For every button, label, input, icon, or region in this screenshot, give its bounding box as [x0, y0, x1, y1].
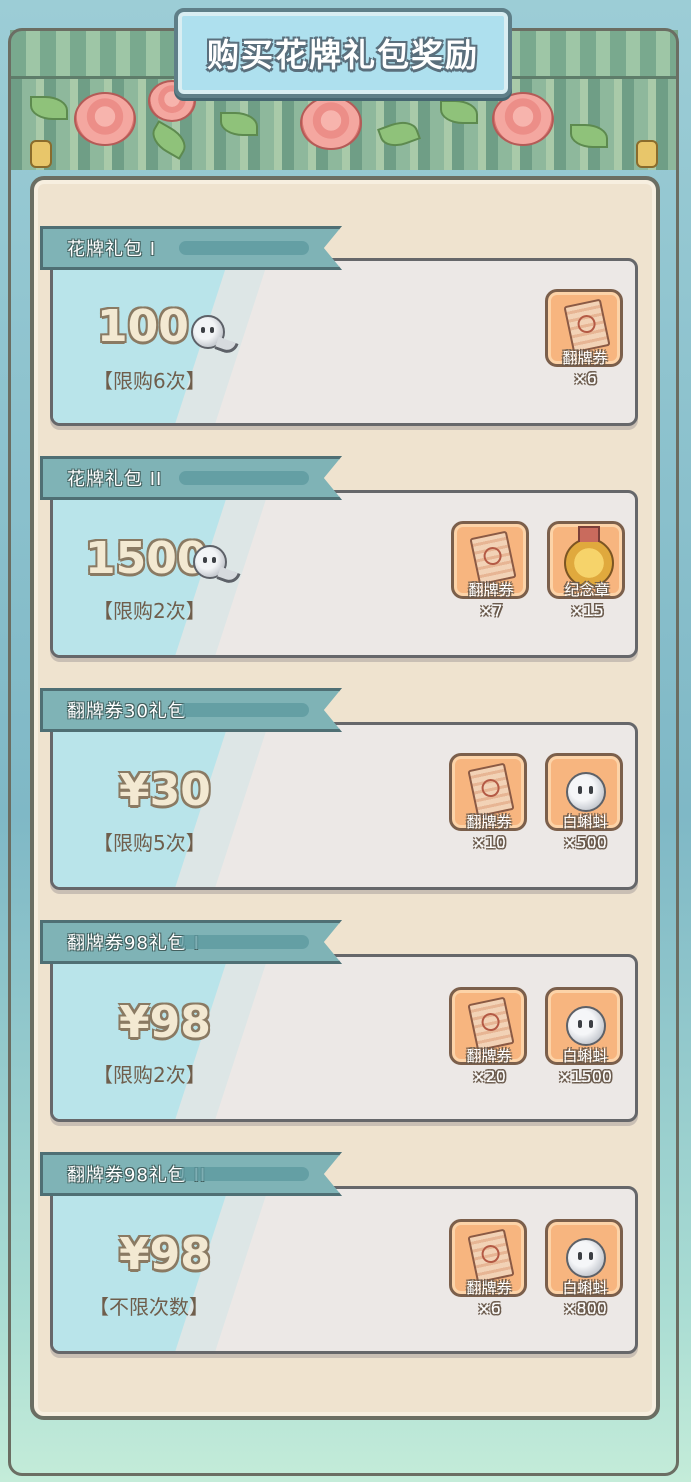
tadpole-icon	[193, 545, 227, 579]
purchase-limit: 【不限次数】	[89, 1295, 209, 1319]
reward-item[interactable]: 翻牌券 ×7	[451, 521, 531, 631]
ribbon-bar	[179, 703, 309, 717]
reward-qty: ×6	[573, 369, 597, 388]
reward-qty: ×6	[477, 1299, 501, 1318]
pack-price: 100	[97, 301, 189, 352]
reward-item[interactable]: 白蝌蚪 ×500	[545, 753, 625, 863]
reward-qty: ×7	[479, 601, 503, 620]
pack-card[interactable]: ¥98 【不限次数】 翻牌券 ×6 白蝌蚪 ×800	[50, 1186, 638, 1354]
reward-qty: ×10	[472, 833, 506, 852]
reward-qty: ×500	[563, 833, 607, 852]
pack-name: 花牌礼包 I	[67, 239, 157, 260]
pack-card[interactable]: 100 【限购6次】 翻牌券 ×6	[50, 258, 638, 426]
pack-ribbon: 翻牌券98礼包 I	[40, 920, 342, 964]
ticket-icon	[469, 530, 517, 586]
reward-name: 翻牌券	[466, 1279, 512, 1297]
pack-price: ¥98	[119, 997, 211, 1048]
pack-price: ¥98	[119, 1229, 211, 1280]
reward-item[interactable]: 白蝌蚪 ×1500	[545, 987, 625, 1097]
ribbon-bar	[179, 935, 309, 949]
ticket-icon	[467, 996, 515, 1052]
pack-card[interactable]: 1500 【限购2次】 翻牌券 ×7 纪念章 ×15	[50, 490, 638, 658]
pack-price: 1500	[85, 533, 208, 584]
tadpole-icon	[191, 315, 225, 349]
reward-item[interactable]: 翻牌券 ×10	[449, 753, 529, 863]
ticket-icon	[467, 762, 515, 818]
ticket-icon	[563, 298, 611, 354]
ticket-icon	[467, 1228, 515, 1284]
pack-ribbon: 花牌礼包 I	[40, 226, 342, 270]
reward-item[interactable]: 翻牌券 ×20	[449, 987, 529, 1097]
tadpole-icon	[566, 772, 606, 812]
tadpole-icon	[566, 1238, 606, 1278]
pack-ribbon: 翻牌券30礼包	[40, 688, 342, 732]
reward-name: 纪念章	[564, 581, 610, 599]
reward-item[interactable]: 翻牌券 ×6	[545, 289, 625, 399]
title-plate: 购买花牌礼包奖励	[174, 8, 512, 98]
reward-name: 翻牌券	[466, 1047, 512, 1065]
reward-qty: ×15	[570, 601, 604, 620]
purchase-limit: 【限购2次】	[93, 599, 206, 623]
reward-qty: ×20	[472, 1067, 506, 1086]
pack-card[interactable]: ¥98 【限购2次】 翻牌券 ×20 白蝌蚪 ×1500	[50, 954, 638, 1122]
pack-card[interactable]: ¥30 【限购5次】 翻牌券 ×10 白蝌蚪 ×500	[50, 722, 638, 890]
purchase-limit: 【限购5次】	[93, 831, 206, 855]
ribbon-bar	[179, 471, 309, 485]
pack-name: 翻牌券30礼包	[67, 701, 187, 722]
reward-name: 白蝌蚪	[562, 1047, 608, 1065]
reward-item[interactable]: 纪念章 ×15	[547, 521, 627, 631]
purchase-limit: 【限购2次】	[93, 1063, 206, 1087]
reward-item[interactable]: 翻牌券 ×6	[449, 1219, 529, 1329]
ribbon-bar	[179, 241, 309, 255]
reward-item[interactable]: 白蝌蚪 ×800	[545, 1219, 625, 1329]
reward-qty: ×1500	[557, 1067, 613, 1086]
page-title: 购买花牌礼包奖励	[206, 36, 479, 74]
pack-ribbon: 翻牌券98礼包 II	[40, 1152, 342, 1196]
reward-name: 翻牌券	[562, 349, 608, 367]
purchase-limit: 【限购6次】	[93, 369, 206, 393]
pack-ribbon: 花牌礼包 II	[40, 456, 342, 500]
reward-qty: ×800	[563, 1299, 607, 1318]
reward-name: 白蝌蚪	[562, 1279, 608, 1297]
tadpole-icon	[566, 1006, 606, 1046]
reward-name: 翻牌券	[466, 813, 512, 831]
pack-name: 花牌礼包 II	[67, 469, 163, 490]
reward-name: 翻牌券	[468, 581, 514, 599]
pack-price: ¥30	[119, 765, 211, 816]
ribbon-bar	[179, 1167, 309, 1181]
reward-name: 白蝌蚪	[562, 813, 608, 831]
